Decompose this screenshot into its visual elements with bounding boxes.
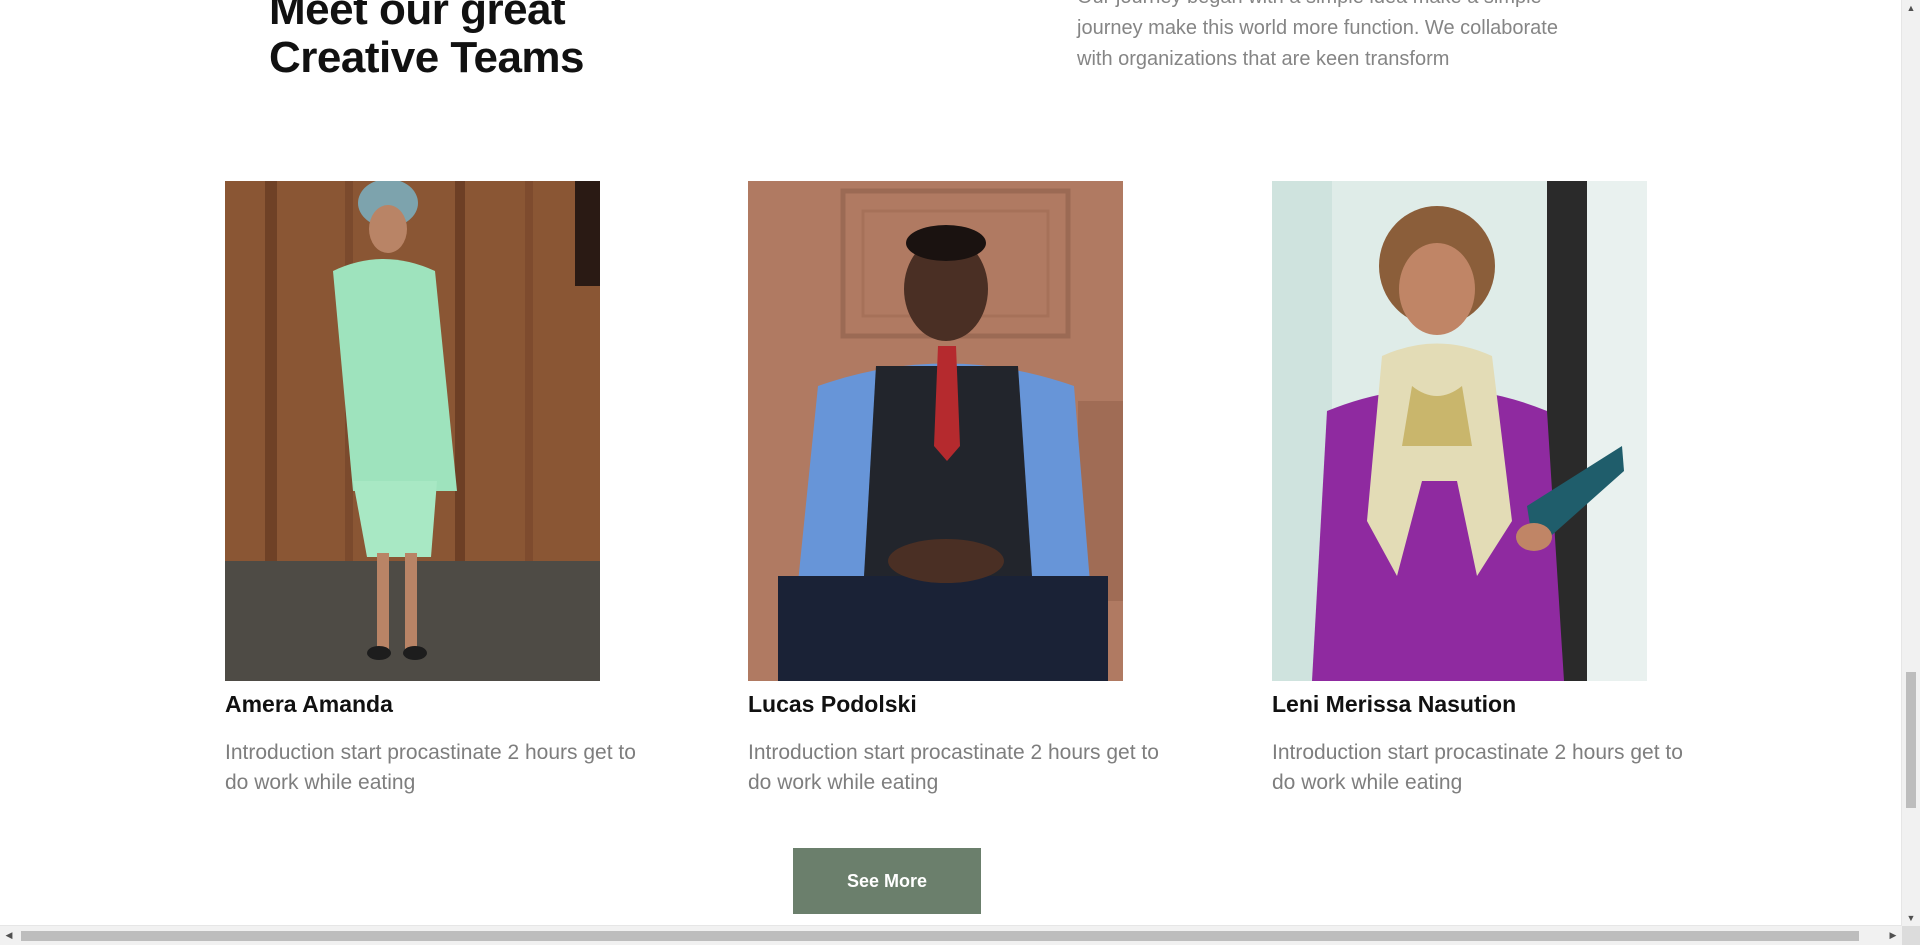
horizontal-scrollbar-thumb[interactable] (21, 931, 1859, 941)
team-member-photo (748, 181, 1123, 681)
triangle-right-icon[interactable]: ▶ (1884, 926, 1902, 945)
team-card: Lucas Podolski Introduction start procas… (748, 181, 1188, 798)
team-member-photo (225, 181, 600, 681)
vertical-scrollbar-thumb[interactable] (1906, 672, 1916, 808)
triangle-down-icon[interactable]: ▼ (1902, 910, 1920, 926)
page: Meet our great Creative Teams Our journe… (0, 0, 1902, 926)
triangle-left-icon[interactable]: ◀ (0, 926, 18, 945)
team-member-description: Introduction start procastinate 2 hours … (225, 741, 636, 794)
section-intro: Our journey began with a simple idea mak… (1077, 0, 1607, 75)
team-member-description: Introduction start procastinate 2 hours … (748, 741, 1159, 794)
team-member-description: Introduction start procastinate 2 hours … (1272, 741, 1683, 794)
see-more-button[interactable]: See More (793, 848, 981, 914)
scrollbar-corner (1902, 926, 1920, 945)
heading-line-1: Meet our great (269, 0, 566, 34)
team-member-name: Leni Merissa Nasution (1272, 691, 1517, 717)
team-member-name: Lucas Podolski (748, 691, 917, 717)
intro-line-2: journey make this world more function. W… (1077, 17, 1558, 39)
intro-line-1: Our journey began with a simple idea mak… (1077, 0, 1542, 8)
vertical-scrollbar[interactable]: ▲ ▼ (1901, 0, 1920, 926)
triangle-up-icon[interactable]: ▲ (1902, 0, 1920, 16)
team-member-name: Amera Amanda (225, 691, 393, 717)
section-heading: Meet our great Creative Teams (269, 0, 585, 82)
team-member-photo (1272, 181, 1647, 681)
heading-line-2: Creative Teams (269, 32, 585, 82)
team-card: Amera Amanda Introduction start procasti… (225, 181, 665, 798)
team-card: Leni Merissa Nasution Introduction start… (1272, 181, 1712, 798)
intro-line-3: with organizations that are keen transfo… (1077, 48, 1450, 70)
horizontal-scrollbar[interactable]: ◀ ▶ (0, 925, 1902, 945)
